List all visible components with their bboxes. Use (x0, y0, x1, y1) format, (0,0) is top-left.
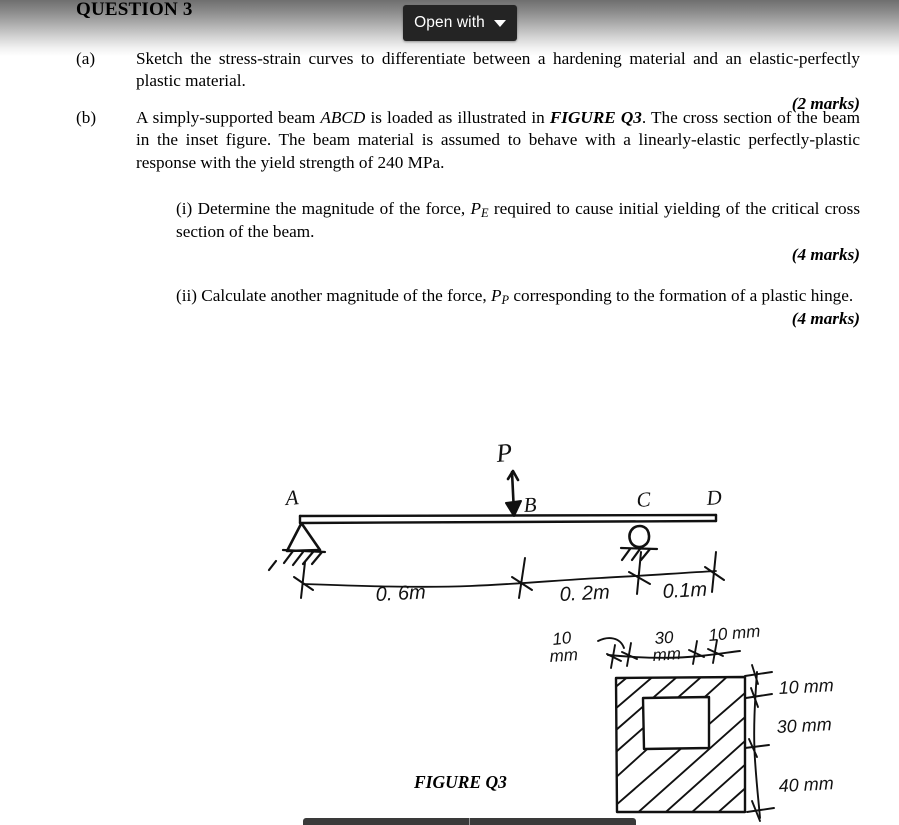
part-b-i-marks: (4 marks) (791, 244, 860, 264)
beam-name-abcd: ABCD (320, 108, 366, 127)
part-b-i-text-1: Determine the magnitude of the force, (197, 199, 471, 218)
part-b-ii-text-1: Calculate another magnitude of the force… (201, 286, 491, 305)
part-b-ii-label: (ii) (176, 286, 197, 305)
chevron-down-icon (493, 19, 506, 27)
open-with-label: Open with (414, 14, 485, 32)
figure-reference: FIGURE Q3 (549, 108, 642, 127)
part-b-text-2: is loaded as illustrated in (365, 108, 550, 127)
question-part-a: (a) Sketch the stress-strain curves to d… (76, 48, 860, 115)
open-with-button[interactable]: Open with (403, 5, 517, 41)
page-title: QUESTION 3 (76, 0, 193, 20)
part-b-marker: (b) (76, 108, 97, 127)
symbol-p-p: P (490, 286, 502, 305)
part-b-ii-text-2: corresponding to the formation of a plas… (509, 286, 854, 305)
question-part-b-i: (i) Determine the magnitude of the force… (176, 198, 860, 266)
question-part-b: (b) A simply-supported beam ABCD is load… (76, 107, 860, 174)
part-b-text-1: A simply-supported beam (136, 108, 321, 127)
question-part-b-ii: (ii) Calculate another magnitude of the … (176, 285, 860, 331)
subscript-e: E (480, 206, 489, 221)
part-a-marker: (a) (76, 49, 96, 68)
subscript-p: P (501, 293, 510, 308)
part-a-text: Sketch the stress-strain curves to diffe… (136, 49, 860, 91)
part-b-ii-marks: (4 marks) (791, 309, 860, 329)
part-b-i-label: (i) (176, 199, 193, 218)
document-page: QUESTION 3 (a) Sketch the stress-strain … (0, 0, 899, 824)
symbol-p-e: P (470, 199, 481, 218)
